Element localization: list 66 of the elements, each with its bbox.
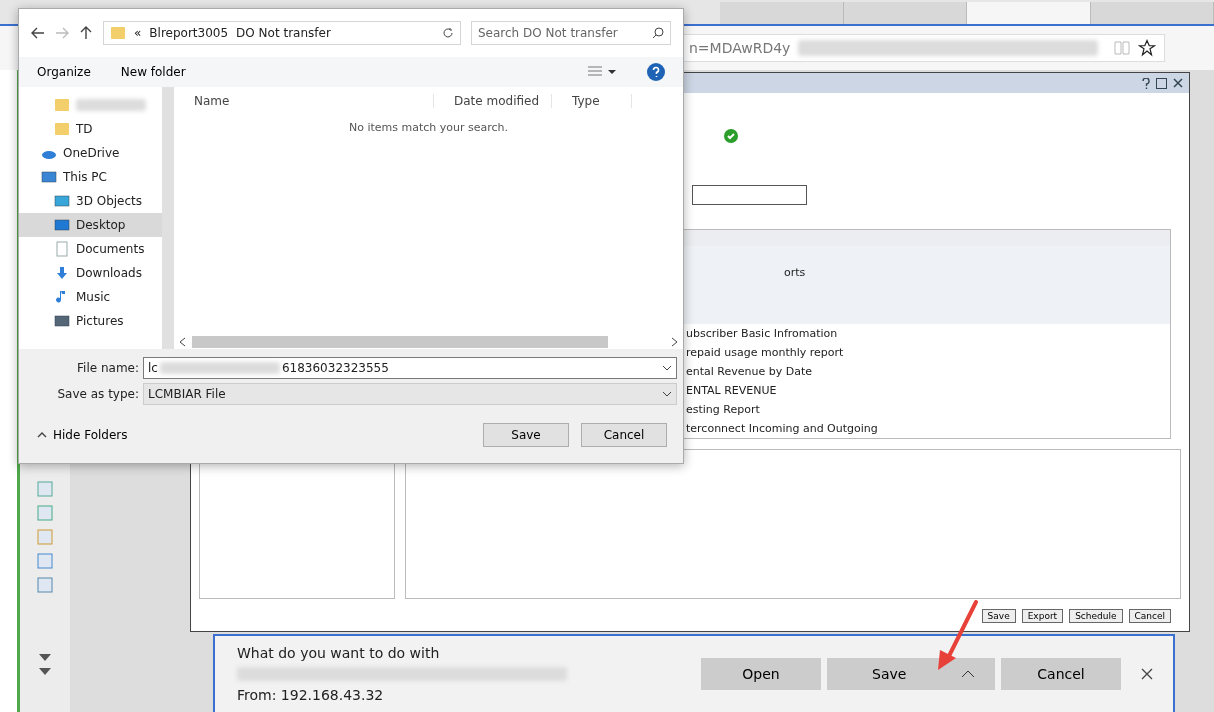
scrollbar-thumb[interactable]: [192, 336, 608, 348]
dialog-button[interactable]: Save: [981, 609, 1016, 623]
folder-tree-item[interactable]: Music: [19, 285, 162, 309]
dialog-button[interactable]: Schedule: [1069, 609, 1123, 623]
download-source: From: 192.168.43.32: [237, 687, 385, 703]
folder-tree-item[interactable]: Pictures: [19, 309, 162, 333]
dialog-button[interactable]: Save: [483, 423, 569, 447]
close-icon[interactable]: [1141, 668, 1153, 680]
empty-message: No items match your search.: [348, 121, 509, 134]
download-button[interactable]: Cancel: [1001, 658, 1121, 690]
monitor-icon: [41, 169, 57, 185]
star-icon[interactable]: [1138, 39, 1157, 57]
down-triangle-icon[interactable]: [39, 654, 51, 662]
maximize-icon[interactable]: [1156, 77, 1167, 89]
field-label: File name:: [76, 361, 139, 375]
download-prompt: What do you want to do with: [237, 645, 441, 661]
toolbar-button[interactable]: New folder: [120, 65, 186, 79]
back-arrow-icon[interactable]: [31, 26, 45, 40]
caret-up-icon: [961, 670, 975, 678]
dialog-button[interactable]: Export: [1021, 609, 1064, 623]
field-label: Save as type:: [56, 387, 139, 401]
scroll-left-icon[interactable]: [178, 337, 186, 347]
text-field[interactable]: [692, 185, 807, 205]
folder-icon: [54, 121, 70, 137]
column-header[interactable]: Date modified: [434, 94, 552, 108]
file-type-dropdown[interactable]: LCMBIAR File: [143, 383, 677, 405]
search-icon: [652, 27, 664, 39]
up-arrow-icon[interactable]: [79, 26, 93, 40]
scroll-right-icon[interactable]: [671, 337, 679, 347]
chevron-down-icon[interactable]: [662, 391, 672, 397]
help-icon[interactable]: [647, 63, 665, 81]
chevron-down-icon[interactable]: [662, 365, 672, 371]
toolbar-button[interactable]: Organize: [37, 65, 91, 79]
path-bar[interactable]: « Blreport3005 DO Not transfer: [103, 21, 461, 45]
column-header[interactable]: Name: [174, 94, 434, 108]
folder-tree-item[interactable]: Downloads: [19, 261, 162, 285]
check-circle-icon: [724, 129, 738, 143]
view-options-icon[interactable]: [587, 66, 617, 78]
download-button[interactable]: Open: [701, 658, 821, 690]
search-field[interactable]: Search DO Not transfer: [471, 21, 671, 45]
save-button[interactable]: Save: [827, 658, 995, 690]
close-icon[interactable]: [1173, 78, 1183, 88]
chevron-up-icon: [37, 432, 47, 438]
file-name-field[interactable]: lc 61836032323555: [143, 357, 677, 379]
folder-tree-item[interactable]: 3D Objects: [19, 189, 162, 213]
help-icon[interactable]: [1142, 77, 1150, 89]
dialog-button[interactable]: Cancel: [581, 423, 667, 447]
cube-icon: [54, 193, 70, 209]
folder-icon: [110, 25, 126, 41]
refresh-icon[interactable]: [442, 27, 454, 39]
folder-tree-item[interactable]: TD: [19, 117, 162, 141]
document-icon: [54, 241, 70, 257]
folder-tree-item[interactable]: Desktop: [19, 213, 162, 237]
folder-tree-item[interactable]: Documents: [19, 237, 162, 261]
dialog-button[interactable]: Cancel: [1128, 609, 1171, 623]
hide-folders-button[interactable]: Hide Folders: [31, 427, 134, 443]
folder-tree-item[interactable]: This PC: [19, 165, 162, 189]
folder-tree-item[interactable]: OneDrive: [19, 141, 162, 165]
down-triangle-icon[interactable]: [39, 668, 51, 676]
blurred-label: [76, 99, 146, 111]
monitor-icon: [54, 217, 70, 233]
picture-icon: [54, 313, 70, 329]
column-header[interactable]: Type: [552, 94, 632, 108]
pointer-arrow-annotation: [936, 600, 980, 672]
down-arrow-icon: [54, 265, 70, 281]
folder-icon: [54, 97, 70, 113]
